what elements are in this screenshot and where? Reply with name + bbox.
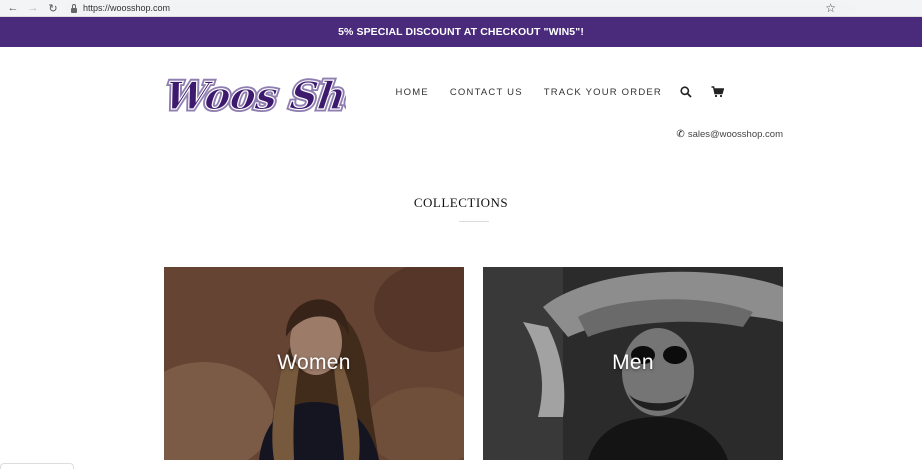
collection-label-women: Women (277, 351, 351, 374)
announcement-bar[interactable]: 5% SPECIAL DISCOUNT AT CHECKOUT "WIN5"! (0, 17, 922, 47)
nav-home-link[interactable]: HOME (396, 87, 429, 98)
nav-contact-us-link[interactable]: CONTACT US (450, 87, 523, 98)
lock-icon (70, 3, 78, 13)
address-bar[interactable]: https://woosshop.com (66, 1, 856, 15)
reload-icon[interactable]: ↻ (46, 1, 60, 15)
search-icon[interactable] (679, 85, 693, 99)
main-nav: HOME CONTACT US TRACK YOUR ORDER (375, 85, 724, 99)
collection-tile-men[interactable]: Men (483, 267, 783, 460)
cart-icon[interactable] (710, 85, 724, 99)
collection-tile-women[interactable]: Women (164, 267, 464, 460)
nav-track-order-link[interactable]: TRACK YOUR ORDER (544, 87, 662, 98)
contact-email: sales@woosshop.com (687, 129, 783, 140)
heading-divider (459, 221, 489, 222)
browser-toolbar: ← → ↻ https://woosshop.com ☆ (0, 0, 922, 17)
collections-heading: COLLECTIONS (413, 195, 509, 210)
bottom-left-tab[interactable] (0, 463, 74, 469)
back-arrow-icon[interactable]: ← (6, 1, 20, 15)
url-text: https://woosshop.com (83, 3, 171, 13)
announcement-text: 5% SPECIAL DISCOUNT AT CHECKOUT "WIN5"! (338, 26, 584, 38)
site-logo[interactable]: Woos Shop Woos Shop (160, 65, 403, 123)
logo-graphic: Woos Shop Woos Shop (160, 72, 403, 122)
contact-email-line[interactable]: ✆ sales@woosshop.com (676, 129, 783, 140)
phone-icon: ✆ (676, 129, 685, 140)
bookmark-star-icon[interactable]: ☆ (825, 1, 836, 15)
forward-arrow-icon[interactable]: → (26, 1, 40, 15)
collection-label-men: Men (612, 351, 654, 374)
svg-text:Woos Shop: Woos Shop (166, 74, 346, 119)
site-header: Woos Shop Woos Shop HOME CONTACT US TRAC… (0, 47, 922, 207)
